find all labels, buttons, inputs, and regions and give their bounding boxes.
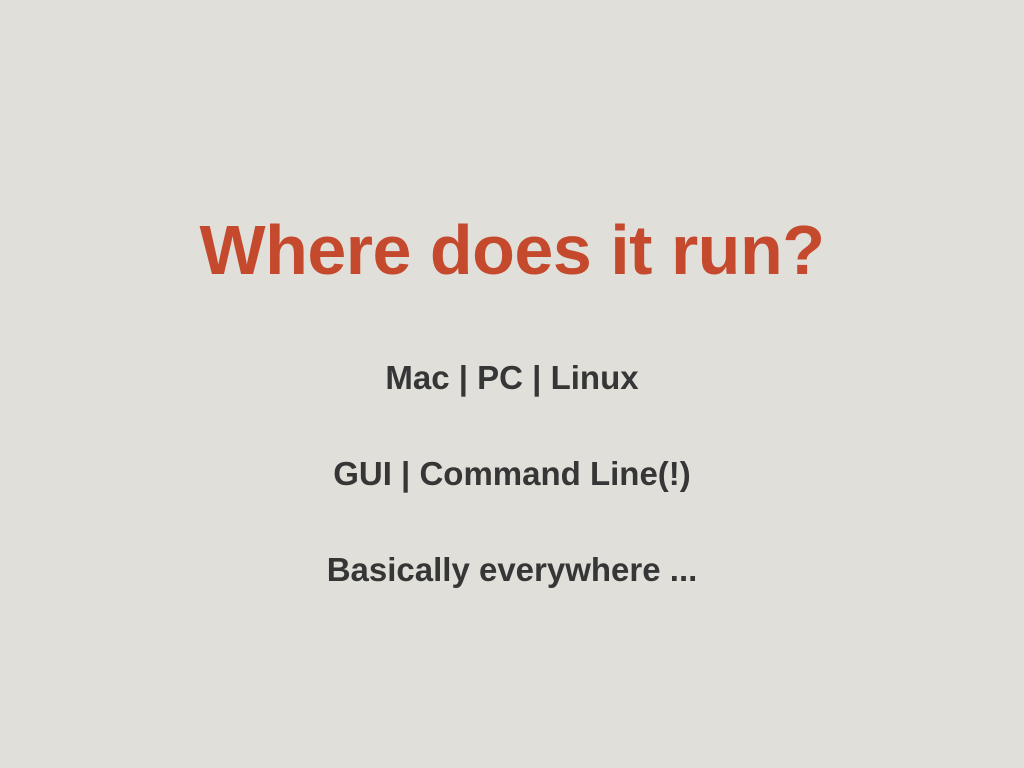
bullet-everywhere: Basically everywhere ... bbox=[326, 551, 698, 588]
bullet-interfaces: GUI | Command Line(!) bbox=[333, 455, 691, 492]
slide: Where does it run? Mac | PC | Linux GUI … bbox=[0, 0, 1024, 768]
slide-title: Where does it run? bbox=[199, 211, 825, 289]
bullet-platforms: Mac | PC | Linux bbox=[385, 359, 639, 396]
